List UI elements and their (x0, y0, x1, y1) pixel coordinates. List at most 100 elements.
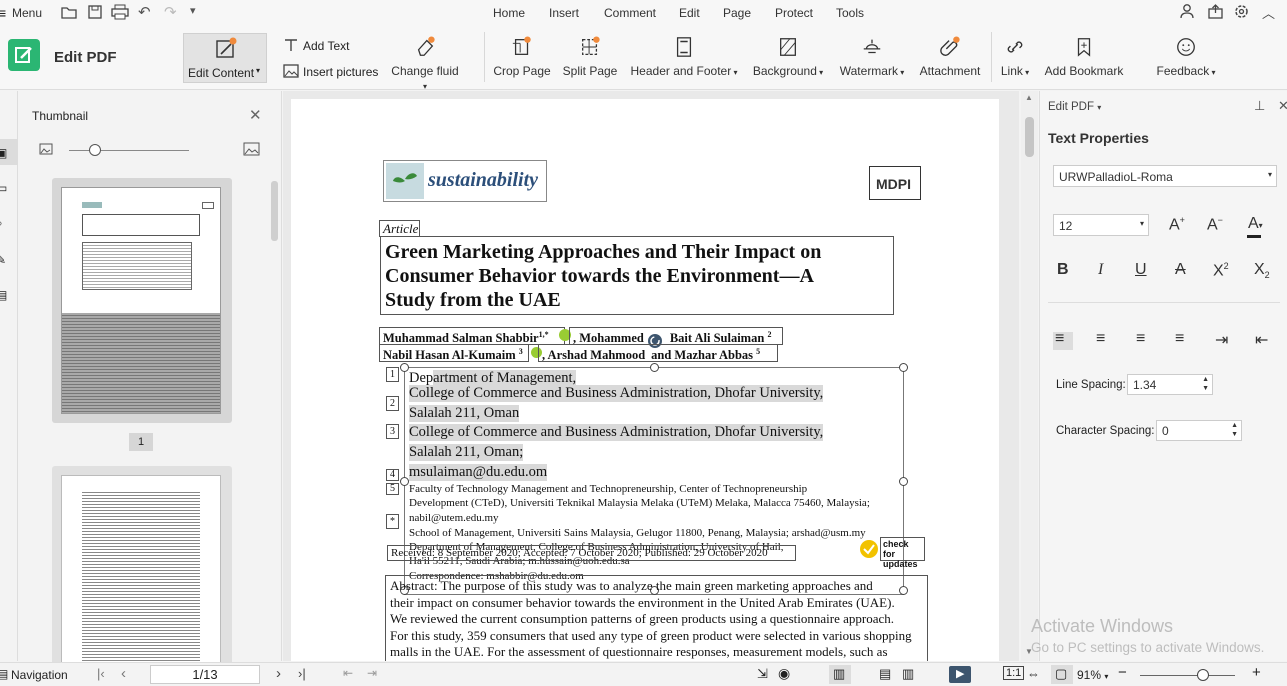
italic-icon[interactable]: I (1098, 261, 1103, 279)
outdent-icon[interactable]: ⇤ (1255, 330, 1268, 350)
document-viewport[interactable]: sustainability MDPI Article Green Market… (283, 91, 1019, 661)
thumbnail-icon[interactable]: ▣ (0, 146, 7, 160)
font-size-select[interactable]: 12 ▾ (1053, 214, 1149, 236)
author-block[interactable]: , Arshad Mahmood and Mazhar Abbas 5 (538, 344, 778, 362)
zoom-level-select[interactable]: 91% ▾ (1077, 668, 1108, 682)
export-icon[interactable]: ⇲ (757, 666, 768, 682)
quick-access-dropdown-icon[interactable]: ▾ (190, 4, 196, 17)
pdf-page[interactable]: sustainability MDPI Article Green Market… (291, 99, 999, 661)
fit-page-icon[interactable]: ▢ (1055, 666, 1067, 682)
split-page-button[interactable]: Split Page (562, 32, 618, 86)
resize-handle[interactable] (899, 363, 908, 372)
close-panel-icon[interactable]: ✕ (1278, 98, 1287, 114)
affiliation-line[interactable]: Salalah 211, Oman (409, 405, 520, 422)
settings-gear-icon[interactable] (1233, 3, 1250, 20)
resize-handle[interactable] (400, 477, 409, 486)
strikethrough-icon[interactable]: A (1175, 261, 1186, 279)
share-icon[interactable] (1207, 3, 1224, 20)
collapse-ribbon-icon[interactable]: ︿ (1262, 3, 1275, 22)
zoom-out-icon[interactable]: − (1118, 664, 1127, 681)
next-page-icon[interactable]: › (276, 665, 281, 682)
actual-size-icon[interactable]: 1:1 (1003, 666, 1025, 680)
affiliation-line[interactable]: Development (CTeD), Universiti Teknikal … (409, 497, 870, 509)
attachment-panel-icon[interactable]: ⌕ (0, 216, 3, 231)
affiliation-line[interactable]: Salalah 211, Oman; (409, 444, 524, 461)
affiliation-number[interactable]: 3 (386, 424, 399, 439)
bold-icon[interactable]: B (1057, 261, 1069, 279)
dates-line[interactable]: Received: 8 September 2020; Accepted: 7 … (387, 545, 796, 561)
add-text-icon[interactable] (283, 38, 299, 52)
first-page-icon[interactable]: |‹ (97, 666, 105, 681)
tab-edit[interactable]: Edit (679, 6, 700, 20)
affiliation-number[interactable]: 1 (386, 367, 399, 382)
insert-pictures-icon[interactable] (283, 64, 299, 78)
decrease-font-icon[interactable]: A− (1207, 215, 1223, 234)
tab-protect[interactable]: Protect (775, 6, 813, 20)
thumbnail-page-1[interactable] (52, 178, 232, 423)
tab-page[interactable]: Page (723, 6, 751, 20)
redo-icon[interactable]: ↷ (164, 3, 177, 21)
last-page-icon[interactable]: ›| (298, 666, 306, 681)
align-left-icon[interactable]: ≡ (1055, 330, 1064, 348)
author-block[interactable]: Muhammad Salman Shabbir1,* (379, 327, 565, 345)
previous-view-icon[interactable]: ⇤ (343, 666, 353, 680)
navigation-icon[interactable]: ▤ (0, 667, 8, 681)
bookmark-panel-icon[interactable]: ▭ (0, 181, 7, 195)
change-fluid-button[interactable]: Change fluid ▾ (389, 32, 461, 91)
article-type[interactable]: Article (379, 220, 420, 237)
abstract-block[interactable]: Abstract: The purpose of this study was … (385, 575, 928, 661)
slideshow-play-button[interactable]: ▶ (949, 666, 971, 683)
large-image-icon[interactable] (243, 142, 260, 156)
document-scrollbar-thumb[interactable] (1025, 117, 1034, 157)
insert-pictures-button[interactable]: Insert pictures (303, 65, 378, 79)
user-add-icon[interactable] (1179, 3, 1196, 20)
signature-panel-icon[interactable]: ✎ (0, 253, 6, 267)
affiliation-line[interactable]: Faculty of Technology Management and Tec… (409, 483, 807, 495)
affiliation-number[interactable]: * (386, 514, 399, 529)
thumbnail-size-slider-handle[interactable] (89, 144, 101, 156)
fit-width-icon[interactable]: ⇔ (1027, 666, 1040, 681)
thumbnail-size-slider[interactable] (69, 150, 189, 151)
indent-icon[interactable]: ⇥ (1215, 330, 1228, 350)
author-block[interactable]: , Mohammed Bait Ali Sulaiman 2 (569, 327, 783, 345)
resize-handle[interactable] (899, 477, 908, 486)
check-updates-badge[interactable]: check for updates (880, 537, 925, 569)
zoom-slider[interactable] (1140, 675, 1235, 676)
thumbnail-scrollbar[interactable] (271, 181, 278, 241)
two-page-view-icon[interactable]: ▥ (902, 666, 914, 682)
panel-header[interactable]: Edit PDF ▾ (1048, 101, 1101, 113)
close-panel-icon[interactable]: ✕ (249, 106, 262, 124)
menu-button[interactable]: Menu (12, 6, 42, 20)
character-spacing-input[interactable]: 0 ▲ ▼ (1156, 420, 1242, 441)
resize-handle[interactable] (400, 363, 409, 372)
affiliation-line[interactable]: College of Commerce and Business Adminis… (409, 424, 824, 441)
continuous-view-icon[interactable]: ▤ (879, 666, 891, 682)
affiliation-number[interactable]: 2 (386, 396, 399, 411)
align-right-icon[interactable]: ≡ (1136, 330, 1145, 348)
watermark-button[interactable]: Watermark ▾ (836, 32, 908, 86)
link-button[interactable]: Link ▾ (998, 32, 1032, 86)
edit-content-button[interactable]: Edit Content ▾ (183, 33, 267, 83)
justify-icon[interactable]: ≡ (1175, 330, 1184, 348)
save-icon[interactable] (87, 4, 103, 20)
tab-home[interactable]: Home (493, 6, 525, 20)
add-bookmark-button[interactable]: Add Bookmark (1044, 32, 1124, 86)
background-button[interactable]: Background ▾ (750, 32, 826, 86)
header-footer-button[interactable]: Header and Footer ▾ (629, 32, 739, 86)
next-view-icon[interactable]: ⇥ (367, 666, 377, 680)
affiliation-line[interactable]: msulaiman@du.edu.om (409, 464, 548, 481)
affiliation-line[interactable]: nabil@utem.edu.my (409, 512, 499, 524)
single-page-view-icon[interactable]: ▥ (833, 666, 845, 682)
thumbnail-page-2[interactable] (52, 466, 232, 670)
add-text-button[interactable]: Add Text (303, 39, 349, 53)
crop-page-button[interactable]: Crop Page (493, 32, 551, 86)
zoom-slider-handle[interactable] (1196, 669, 1209, 681)
layers-panel-icon[interactable]: ▤ (0, 288, 7, 302)
check-updates-icon[interactable] (860, 540, 878, 558)
navigation-button[interactable]: Navigation (11, 668, 68, 682)
tab-insert[interactable]: Insert (549, 6, 579, 20)
read-mode-eye-icon[interactable]: ◉ (778, 665, 790, 682)
small-image-icon[interactable] (39, 143, 53, 155)
zoom-in-icon[interactable]: + (1252, 664, 1261, 681)
article-title[interactable]: Green Marketing Approaches and Their Imp… (380, 236, 894, 315)
